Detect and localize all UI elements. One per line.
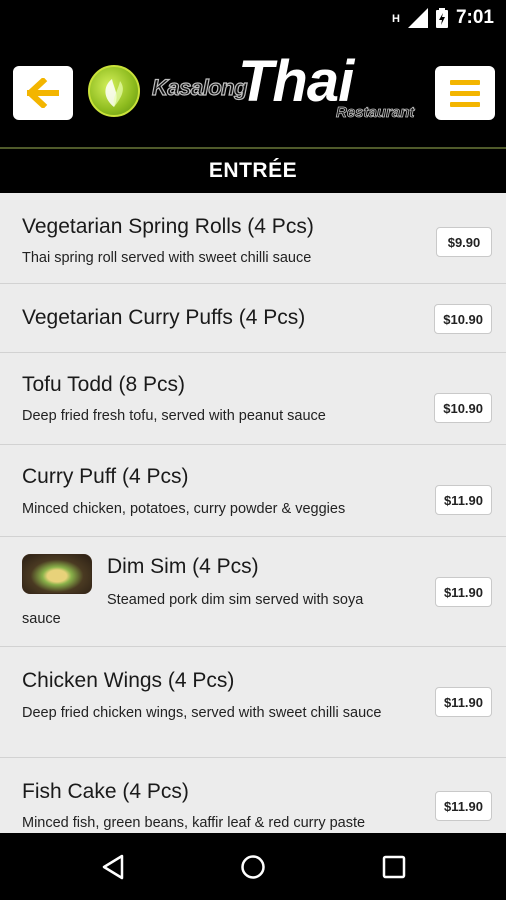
dish-thumbnail[interactable] — [22, 554, 92, 594]
item-description: Steamed pork dim sim served with soya — [107, 592, 364, 608]
item-description: Thai spring roll served with sweet chill… — [22, 250, 312, 266]
back-button[interactable] — [13, 66, 73, 120]
status-icons: H 7:01 — [392, 7, 494, 29]
list-item[interactable]: Curry Puff (4 Pcs) Minced chicken, potat… — [0, 445, 506, 537]
clock: 7:01 — [455, 7, 494, 28]
list-item[interactable]: Dim Sim (4 Pcs) Steamed pork dim sim ser… — [0, 537, 506, 647]
restaurant-logo: Kasalong Thai Restaurant — [88, 49, 418, 130]
recents-square-icon[interactable] — [381, 854, 407, 880]
item-description-continued: sauce — [22, 611, 61, 627]
hamburger-menu-icon — [450, 79, 480, 107]
list-item[interactable]: Fish Cake (4 Pcs) Minced fish, green bea… — [0, 758, 506, 833]
section-title: ENTRÉE — [208, 159, 298, 182]
price-badge: $11.90 — [434, 485, 492, 515]
list-item[interactable]: Vegetarian Spring Rolls (4 Pcs) Thai spr… — [0, 193, 506, 284]
battery-icon — [435, 8, 448, 28]
list-item[interactable]: Tofu Todd (8 Pcs) Deep fried fresh tofu,… — [0, 353, 506, 445]
item-description: Deep fried chicken wings, served with sw… — [22, 705, 382, 721]
menu-button[interactable] — [435, 66, 495, 120]
back-triangle-icon[interactable] — [100, 854, 126, 880]
home-circle-icon[interactable] — [240, 854, 266, 880]
item-name: Dim Sim (4 Pcs) — [107, 555, 259, 578]
section-header: ENTRÉE — [0, 149, 506, 193]
item-description: Minced chicken, potatoes, curry powder &… — [22, 501, 346, 517]
item-name: Tofu Todd (8 Pcs) — [22, 373, 186, 396]
signal-icon — [407, 8, 428, 28]
item-name: Fish Cake (4 Pcs) — [22, 780, 189, 803]
price-badge: $10.90 — [434, 304, 492, 334]
status-bar: H 7:01 — [0, 0, 506, 36]
item-name: Vegetarian Curry Puffs (4 Pcs) — [22, 306, 306, 329]
logo-text-kasalong: Kasalong — [151, 74, 248, 100]
network-type-icon: H — [392, 13, 400, 25]
item-name: Vegetarian Spring Rolls (4 Pcs) — [22, 215, 314, 238]
item-name: Curry Puff (4 Pcs) — [22, 465, 189, 488]
logo-leaf-emblem — [88, 65, 140, 117]
price-badge: $11.90 — [434, 687, 492, 717]
price-badge: $9.90 — [436, 227, 492, 257]
price-badge: $11.90 — [434, 791, 492, 821]
logo-text-restaurant: Restaurant — [336, 104, 415, 122]
item-name: Chicken Wings (4 Pcs) — [22, 669, 235, 692]
item-description: Deep fried fresh tofu, served with peanu… — [22, 408, 326, 424]
system-nav-bar — [0, 833, 506, 900]
list-item[interactable]: Chicken Wings (4 Pcs) Deep fried chicken… — [0, 647, 506, 758]
menu-list[interactable]: Vegetarian Spring Rolls (4 Pcs) Thai spr… — [0, 193, 506, 833]
app-header: Kasalong Thai Restaurant — [0, 36, 506, 148]
arrow-left-icon — [27, 78, 59, 108]
price-badge: $11.90 — [434, 577, 492, 607]
list-item[interactable]: Vegetarian Curry Puffs (4 Pcs) $10.90 — [0, 284, 506, 353]
item-description: Minced fish, green beans, kaffir leaf & … — [22, 815, 366, 831]
price-badge: $10.90 — [434, 393, 492, 423]
svg-text:H: H — [392, 13, 400, 25]
